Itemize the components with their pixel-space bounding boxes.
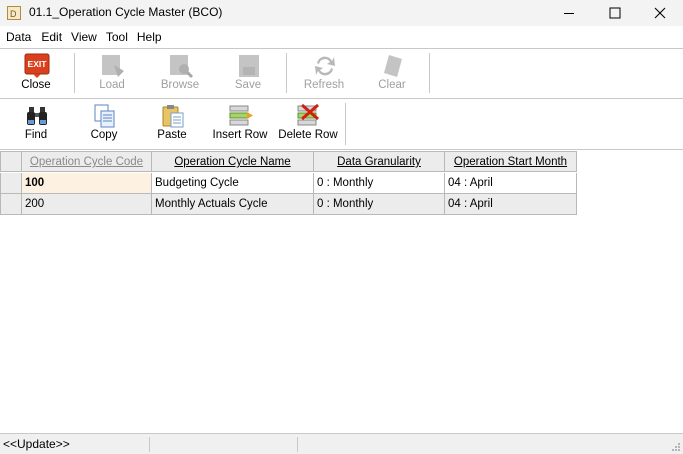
- maximize-button[interactable]: [592, 0, 638, 26]
- toolbar-separator: [429, 53, 430, 93]
- menu-edit[interactable]: Edit: [35, 27, 62, 48]
- load-button[interactable]: Load: [78, 49, 146, 97]
- binoculars-icon: [27, 107, 47, 125]
- menu-data[interactable]: Data: [0, 27, 31, 48]
- toolbar-separator: [286, 53, 287, 93]
- toolbar-separator: [345, 103, 346, 145]
- main-toolbar: EXIT Close Load Browse Save Refresh Clea…: [0, 49, 683, 98]
- cell-name[interactable]: Budgeting Cycle: [152, 173, 314, 194]
- load-icon: [102, 55, 124, 77]
- table-row: 100 Budgeting Cycle 0 : Monthly 04 : Apr…: [0, 173, 577, 194]
- maximize-icon: [609, 7, 621, 19]
- insert-row-button-label: Insert Row: [212, 129, 268, 141]
- copy-icon: [94, 104, 115, 128]
- close-window-button[interactable]: [637, 0, 683, 26]
- menu-tool[interactable]: Tool: [100, 27, 128, 48]
- menu-help[interactable]: Help: [131, 27, 162, 48]
- resize-grip-icon[interactable]: [671, 442, 681, 452]
- cell-granularity[interactable]: 0 : Monthly: [314, 173, 445, 194]
- cell-code[interactable]: 100: [22, 173, 152, 194]
- cell-start-month[interactable]: 04 : April: [445, 173, 577, 194]
- row-header[interactable]: [0, 194, 22, 215]
- clear-button[interactable]: Clear: [358, 49, 426, 97]
- app-icon: D: [7, 6, 21, 20]
- svg-text:EXIT: EXIT: [28, 59, 48, 69]
- load-button-label: Load: [99, 79, 125, 91]
- cell-name[interactable]: Monthly Actuals Cycle: [152, 194, 314, 215]
- clear-button-label: Clear: [378, 79, 406, 91]
- refresh-button-label: Refresh: [303, 79, 345, 91]
- save-icon: [239, 55, 259, 77]
- cell-code[interactable]: 200: [22, 194, 152, 215]
- window-title: 01.1_Operation Cycle Master (BCO): [29, 5, 223, 19]
- minimize-button[interactable]: [546, 0, 592, 26]
- column-header-name[interactable]: Operation Cycle Name: [152, 151, 314, 172]
- status-divider: [149, 437, 150, 452]
- title-bar: D 01.1_Operation Cycle Master (BCO): [0, 0, 683, 26]
- edit-toolbar: Find Copy Paste Insert Row Delete Row: [0, 99, 683, 149]
- menu-view[interactable]: View: [65, 27, 97, 48]
- copy-button[interactable]: Copy: [70, 99, 138, 148]
- cell-start-month[interactable]: 04 : April: [445, 194, 577, 215]
- delete-row-icon: [297, 103, 319, 126]
- menu-bar: Data Edit View Tool Help: [0, 27, 683, 48]
- insert-row-button[interactable]: Insert Row: [206, 99, 274, 148]
- cell-granularity[interactable]: 0 : Monthly: [314, 194, 445, 215]
- row-header[interactable]: [0, 173, 22, 194]
- delete-row-button[interactable]: Delete Row: [274, 99, 342, 148]
- paste-icon: [162, 105, 184, 128]
- toolbar-divider: [0, 149, 683, 150]
- paste-button[interactable]: Paste: [138, 99, 206, 148]
- find-button-label: Find: [24, 129, 48, 141]
- refresh-button[interactable]: Refresh: [290, 49, 358, 97]
- close-button-label: Close: [21, 79, 51, 91]
- column-header-start-month[interactable]: Operation Start Month: [445, 151, 577, 172]
- delete-row-button-label: Delete Row: [278, 129, 338, 141]
- grid-header-row: Operation Cycle Code Operation Cycle Nam…: [0, 151, 577, 172]
- status-mode: <<Update>>: [3, 437, 70, 451]
- close-button[interactable]: EXIT Close: [2, 49, 70, 97]
- svg-text:D: D: [10, 9, 17, 19]
- status-bar: <<Update>>: [0, 433, 683, 454]
- insert-row-icon: [229, 105, 253, 126]
- browse-button-label: Browse: [160, 79, 200, 91]
- browse-button[interactable]: Browse: [146, 49, 214, 97]
- exit-icon: EXIT: [24, 53, 50, 78]
- application-window: D 01.1_Operation Cycle Master (BCO) Data…: [0, 0, 683, 454]
- find-button[interactable]: Find: [2, 99, 70, 148]
- paste-button-label: Paste: [157, 129, 187, 141]
- status-divider: [297, 437, 298, 452]
- copy-button-label: Copy: [90, 129, 118, 141]
- clear-icon: [384, 55, 402, 77]
- close-icon: [654, 7, 666, 19]
- column-header-code[interactable]: Operation Cycle Code: [22, 151, 152, 172]
- row-header-corner[interactable]: [0, 151, 22, 172]
- browse-icon: [170, 55, 194, 79]
- column-header-granularity[interactable]: Data Granularity: [314, 151, 445, 172]
- save-button-label: Save: [234, 79, 262, 91]
- save-button[interactable]: Save: [214, 49, 282, 97]
- minimize-icon: [564, 13, 574, 14]
- toolbar-separator: [74, 53, 75, 93]
- table-row: 200 Monthly Actuals Cycle 0 : Monthly 04…: [0, 194, 577, 215]
- refresh-icon: [315, 56, 335, 76]
